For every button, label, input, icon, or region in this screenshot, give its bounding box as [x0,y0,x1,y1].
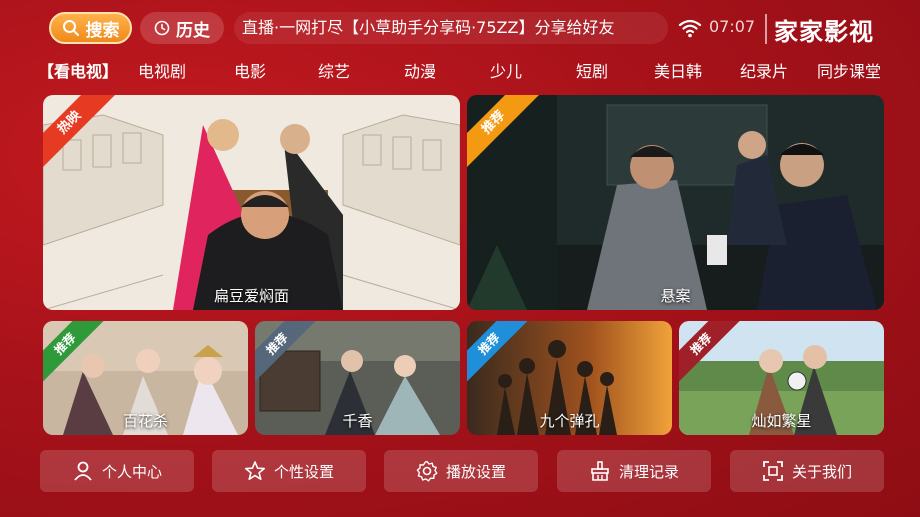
nav-item-movie[interactable]: 电影 [234,58,266,82]
clock-icon [154,20,170,36]
poster-image [43,95,460,310]
scan-icon [763,461,783,481]
nav-item-anime[interactable]: 动漫 [404,58,436,82]
featured-card-1[interactable]: 热映 扁豆爱焖面 [43,95,460,310]
search-label: 搜索 [85,20,120,41]
nav-item-class[interactable]: 同步课堂 [817,58,881,82]
broom-icon [591,461,609,481]
personalize-label: 个性设置 [273,462,334,481]
star-icon [244,461,265,480]
profile-label: 个人中心 [101,462,162,481]
search-icon [62,20,79,36]
personalize-button[interactable]: 个性设置 [212,450,366,492]
recommend-card-4[interactable]: 推荐 灿如繁星 [679,321,884,435]
playback-settings-button[interactable]: 播放设置 [384,450,538,492]
recommend-card-1[interactable]: 推荐 百花杀 [43,321,248,435]
card-title: 灿如繁星 [751,412,812,430]
about-label: 关于我们 [791,462,852,481]
history-label: 历史 [176,20,210,41]
nav-item-variety[interactable]: 综艺 [318,58,350,82]
clear-records-button[interactable]: 清理记录 [557,450,711,492]
announcement-text: 直播·一网打尽【小草助手分享码·75ZZ】分享给好友 [242,18,615,37]
user-icon [74,461,92,481]
playback-label: 播放设置 [445,462,506,481]
brand-title: 家家影视 [774,18,874,46]
card-title: 扁豆爱焖面 [213,287,289,305]
recommend-card-3[interactable]: 推荐 九个弹孔 [467,321,672,435]
wifi-icon [678,19,702,38]
nav-item-kids[interactable]: 少儿 [490,58,522,82]
nav-item-drama[interactable]: 电视剧 [138,58,186,82]
top-bar: 搜索 历史 直播·一网打尽【小草助手分享码·75ZZ】分享给好友 07:07 家… [0,0,920,56]
profile-button[interactable]: 个人中心 [40,450,194,492]
card-title: 百花杀 [122,412,168,430]
gear-icon [416,460,438,482]
clock-time: 07:07 [709,17,756,36]
featured-card-2[interactable]: 推荐 悬案 [467,95,884,310]
recommend-card-2[interactable]: 推荐 千香 [255,321,460,435]
nav-item-asian-us[interactable]: 美日韩 [654,58,702,82]
nav-item-documentary[interactable]: 纪录片 [740,58,788,82]
poster-image [467,95,884,310]
nav-item-tv[interactable]: 【看电视】 [38,58,118,82]
about-button[interactable]: 关于我们 [730,450,884,492]
nav-item-short[interactable]: 短剧 [576,58,608,82]
category-nav: 【看电视】 电视剧 电影 综艺 动漫 少儿 短剧 美日韩 纪录片 同步课堂 [0,58,920,84]
announcement-marquee: 直播·一网打尽【小草助手分享码·75ZZ】分享给好友 [234,12,668,44]
card-title: 悬案 [660,287,691,305]
card-title: 九个弹孔 [539,412,600,430]
history-button[interactable]: 历史 [140,12,224,44]
clear-label: 清理记录 [618,462,679,481]
search-button[interactable]: 搜索 [49,12,132,44]
card-title: 千香 [342,412,373,430]
header-divider [765,14,767,44]
